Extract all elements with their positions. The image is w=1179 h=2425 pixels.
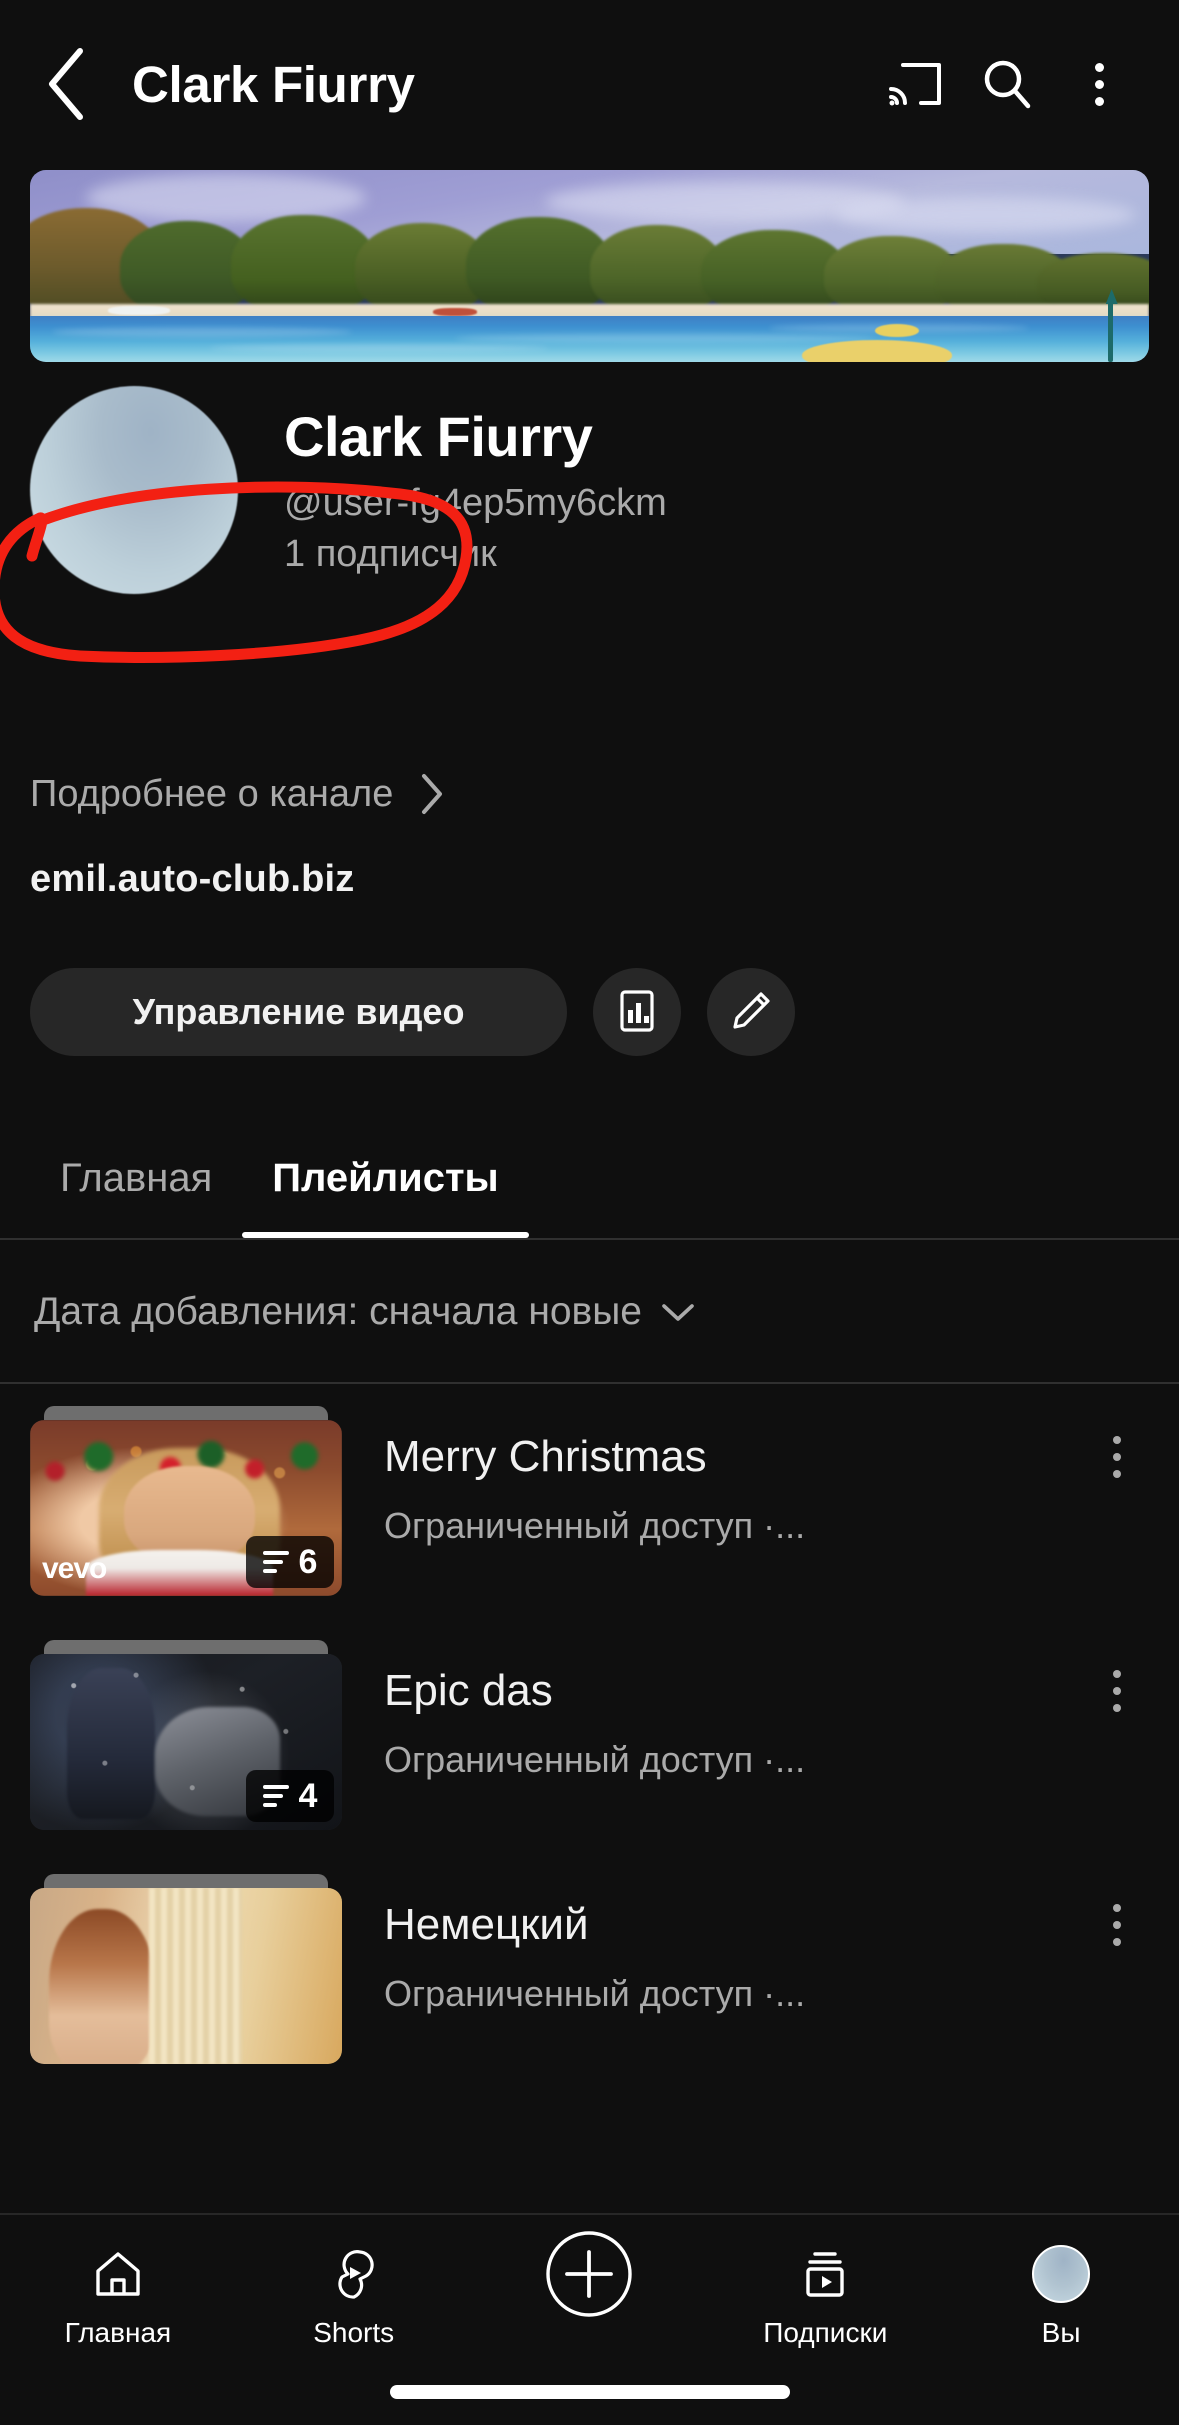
banner-boat bbox=[108, 306, 171, 316]
playlist-thumbnail: 4 bbox=[30, 1654, 342, 1830]
about-channel-row[interactable]: Подробнее о канале bbox=[30, 772, 445, 816]
playlist-video-count-badge: 6 bbox=[246, 1536, 334, 1588]
playlist-meta: Немецкий Ограниченный доступ ·... bbox=[342, 1874, 1085, 2014]
account-avatar-icon bbox=[1032, 2243, 1091, 2305]
nav-item-you[interactable]: Вы bbox=[943, 2243, 1179, 2347]
channel-banner[interactable] bbox=[30, 170, 1149, 362]
playlist-more-icon[interactable] bbox=[1085, 1406, 1149, 1478]
banner-kayak bbox=[874, 323, 919, 337]
thumbnail-art bbox=[30, 1888, 342, 2064]
nav-label-you: Вы bbox=[1041, 2317, 1081, 2348]
banner-treeline bbox=[30, 208, 1149, 314]
edit-channel-button[interactable] bbox=[707, 968, 795, 1056]
playlist-subtitle: Ограниченный доступ ·... bbox=[384, 1738, 806, 1780]
vevo-watermark: vevo bbox=[42, 1552, 107, 1585]
playlist-video-count-badge: 4 bbox=[246, 1770, 334, 1822]
sort-label: Дата добавления: сначала новые bbox=[34, 1290, 642, 1333]
nav-label-subscriptions: Подписки bbox=[763, 2317, 888, 2348]
playlist-more-icon[interactable] bbox=[1085, 1640, 1149, 1712]
playlist-thumbnail-wrap: vevo 6 bbox=[30, 1406, 342, 1596]
channel-website-link[interactable]: emil.auto-club.biz bbox=[30, 858, 355, 901]
channel-identity: Clark Fiurry @user-fg4ep5my6ckm 1 подпис… bbox=[0, 386, 1179, 594]
avatar[interactable] bbox=[30, 386, 238, 594]
nav-item-create[interactable] bbox=[472, 2231, 708, 2319]
list-item[interactable]: vevo 6 Merry Christmas Ограниченный дост… bbox=[0, 1384, 1179, 1618]
youtube-channel-screen: Clark Fiurry Clark Fiurry @user-fg4ep5my… bbox=[0, 0, 1179, 2425]
channel-identity-text: Clark Fiurry @user-fg4ep5my6ckm 1 подпис… bbox=[284, 386, 667, 577]
playlist-thumbnail: vevo 6 bbox=[30, 1420, 342, 1596]
pencil-icon bbox=[729, 989, 773, 1036]
playlist-thumbnail-wrap: 4 bbox=[30, 1640, 342, 1830]
page-title: Clark Fiurry bbox=[132, 55, 415, 113]
playlist-list: vevo 6 Merry Christmas Ограниченный дост… bbox=[0, 1384, 1179, 2214]
nav-item-shorts[interactable]: Shorts bbox=[236, 2243, 472, 2347]
app-bar-actions bbox=[869, 40, 1145, 128]
sort-selector[interactable]: Дата добавления: сначала новые bbox=[0, 1242, 1179, 1384]
channel-handle: @user-fg4ep5my6ckm bbox=[284, 481, 667, 524]
banner-lagoon bbox=[30, 315, 1149, 362]
tab-playlists[interactable]: Плейлисты bbox=[242, 1118, 530, 1238]
tab-home[interactable]: Главная bbox=[30, 1118, 242, 1238]
playlist-icon bbox=[262, 1551, 289, 1573]
playlist-title: Epic das bbox=[384, 1666, 553, 1715]
channel-name: Clark Fiurry bbox=[284, 405, 593, 468]
back-button[interactable] bbox=[28, 45, 106, 123]
playlist-thumbnail-wrap bbox=[30, 1874, 342, 2064]
home-icon bbox=[92, 2243, 144, 2305]
playlist-video-count: 4 bbox=[298, 1776, 318, 1815]
chevron-right-icon bbox=[419, 772, 445, 816]
manage-videos-button[interactable]: Управление видео bbox=[30, 968, 567, 1056]
playlist-title: Merry Christmas bbox=[384, 1432, 707, 1481]
playlist-icon bbox=[262, 1785, 289, 1807]
bar-chart-icon bbox=[616, 988, 658, 1037]
search-icon[interactable] bbox=[961, 40, 1053, 128]
shorts-icon bbox=[330, 2243, 378, 2305]
subscriptions-icon bbox=[799, 2243, 851, 2305]
kebab-dots bbox=[1094, 62, 1104, 106]
banner-channel-marker bbox=[1108, 296, 1114, 362]
list-item[interactable]: 4 Epic das Ограниченный доступ ·... bbox=[0, 1618, 1179, 1852]
nav-label-shorts: Shorts bbox=[313, 2317, 395, 2348]
playlist-subtitle: Ограниченный доступ ·... bbox=[384, 1972, 806, 2014]
chevron-down-icon bbox=[660, 1300, 696, 1324]
nav-item-home[interactable]: Главная bbox=[0, 2243, 236, 2347]
playlist-more-icon[interactable] bbox=[1085, 1874, 1149, 1946]
playlist-subtitle: Ограниченный доступ ·... bbox=[384, 1504, 806, 1546]
nav-item-subscriptions[interactable]: Подписки bbox=[707, 2243, 943, 2347]
playlist-meta: Merry Christmas Ограниченный доступ ·... bbox=[342, 1406, 1085, 1546]
nav-label-home: Главная bbox=[64, 2317, 172, 2348]
more-vertical-icon[interactable] bbox=[1053, 40, 1145, 128]
list-item[interactable]: Немецкий Ограниченный доступ ·... bbox=[0, 1852, 1179, 2086]
top-app-bar: Clark Fiurry bbox=[0, 0, 1179, 168]
analytics-button[interactable] bbox=[593, 968, 681, 1056]
playlist-title: Немецкий bbox=[384, 1900, 589, 1949]
playlist-thumbnail bbox=[30, 1888, 342, 2064]
cast-icon[interactable] bbox=[869, 40, 961, 128]
playlist-meta: Epic das Ограниченный доступ ·... bbox=[342, 1640, 1085, 1780]
channel-action-row: Управление видео bbox=[0, 968, 1179, 1056]
about-channel-label: Подробнее о канале bbox=[30, 772, 394, 815]
home-indicator bbox=[389, 2385, 790, 2399]
create-plus-icon bbox=[544, 2231, 634, 2317]
channel-tabs: Главная Плейлисты bbox=[0, 1118, 1179, 1240]
playlist-video-count: 6 bbox=[298, 1542, 318, 1581]
subscriber-count: 1 подписчик bbox=[284, 533, 497, 576]
